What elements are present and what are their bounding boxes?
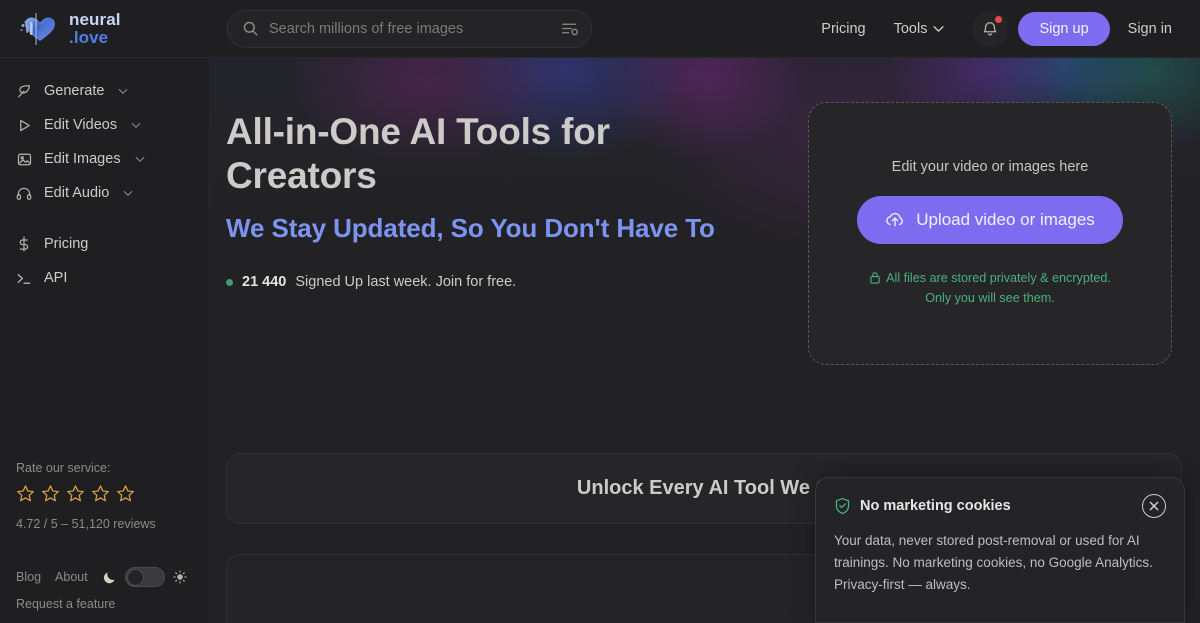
top-bar: neural .love Pricing T: [0, 0, 1200, 58]
brand-line2: .love: [69, 27, 109, 47]
signin-link[interactable]: Sign in: [1110, 13, 1184, 45]
star-icon[interactable]: [41, 484, 60, 508]
cookie-notice-title: No marketing cookies: [860, 498, 1011, 514]
upload-button[interactable]: Upload video or images: [857, 195, 1123, 244]
chevron-down-icon: [135, 156, 145, 162]
cloud-upload-icon: [885, 211, 905, 228]
moon-icon: [102, 570, 117, 585]
upload-privacy-note: All files are stored privately & encrypt…: [869, 269, 1111, 308]
sun-icon: [173, 570, 187, 584]
cookie-notice-toast: No marketing cookies Your data, never st…: [815, 477, 1185, 623]
sidebar-footer-links: Blog About: [16, 567, 193, 587]
green-status-dot: [226, 278, 233, 286]
nav-pricing[interactable]: Pricing: [807, 13, 879, 45]
cookie-notice-header: No marketing cookies: [834, 494, 1166, 518]
shield-check-icon: [834, 497, 851, 515]
chevron-down-icon: [123, 190, 133, 196]
notification-bell-icon: [982, 20, 998, 37]
sidebar-footer: Rate our service: 4.72 / 5 – 51,120 revi…: [0, 461, 209, 623]
terminal-prompt-icon: [16, 270, 32, 286]
brand-line1: neural: [69, 10, 121, 30]
sidebar-item-edit-images-label: Edit Images: [44, 151, 121, 167]
sidebar: Generate Edit Videos Edit Images Edit Au…: [0, 58, 210, 623]
sidebar-item-api-label: API: [44, 270, 68, 286]
sidebar-item-generate-label: Generate: [44, 83, 105, 99]
upload-button-label: Upload video or images: [916, 209, 1095, 229]
top-nav-right: Pricing Tools Sign up Sign in: [807, 10, 1200, 47]
sidebar-item-edit-videos[interactable]: Edit Videos: [0, 108, 209, 142]
sidebar-item-edit-audio[interactable]: Edit Audio: [0, 176, 209, 210]
chevron-down-icon: [118, 88, 128, 94]
footer-link-blog[interactable]: Blog: [16, 570, 41, 584]
rating-stars[interactable]: [16, 484, 193, 508]
filter-settings-icon[interactable]: [560, 20, 579, 37]
upload-card-title: Edit your video or images here: [891, 158, 1089, 175]
dollar-sign-icon: [16, 236, 32, 252]
signup-count-value: 21 440: [242, 274, 287, 291]
brand-wordmark: neural .love: [69, 11, 121, 46]
image-icon: [16, 151, 32, 167]
chevron-down-icon: [933, 25, 944, 32]
search-icon: [242, 20, 259, 37]
sidebar-item-edit-videos-label: Edit Videos: [44, 117, 118, 133]
sidebar-item-edit-images[interactable]: Edit Images: [0, 142, 209, 176]
star-icon[interactable]: [66, 484, 85, 508]
rating-summary: 4.72 / 5 – 51,120 reviews: [16, 517, 156, 531]
nav-tools[interactable]: Tools: [880, 13, 959, 45]
rate-service-label: Rate our service:: [16, 461, 111, 475]
heart-logo-icon: [16, 11, 60, 47]
unlock-tools-banner-text: Unlock Every AI Tool We O: [576, 477, 832, 499]
app-root: neural .love Pricing T: [0, 0, 1200, 623]
sidebar-item-pricing[interactable]: Pricing: [0, 227, 209, 261]
signup-button[interactable]: Sign up: [1018, 11, 1110, 46]
notification-bell-button[interactable]: [972, 10, 1009, 47]
page-title: All-in-One AI Tools for Creators: [226, 111, 610, 196]
nav-pricing-label: Pricing: [821, 20, 866, 37]
footer-link-about[interactable]: About: [55, 570, 88, 584]
nav-tools-label: Tools: [893, 20, 928, 37]
upload-note-line1: All files are stored privately & encrypt…: [886, 270, 1111, 285]
feather-pen-icon: [16, 83, 32, 99]
close-circle-icon[interactable]: [1142, 494, 1166, 518]
theme-toggle-knob[interactable]: [126, 569, 144, 586]
sidebar-divider-gap: [0, 210, 209, 227]
star-icon[interactable]: [116, 484, 135, 508]
signup-count-note: 21 440 Signed Up last week. Join for fre…: [226, 274, 816, 290]
chevron-down-icon: [131, 122, 141, 128]
sidebar-item-api[interactable]: API: [0, 261, 209, 295]
theme-toggle[interactable]: [102, 567, 187, 587]
request-feature-link[interactable]: Request a feature: [16, 597, 193, 611]
brand-logo[interactable]: neural .love: [0, 11, 210, 47]
page-subtitle: We Stay Updated, So You Don't Have To: [226, 213, 715, 244]
search-bar[interactable]: [227, 9, 592, 48]
notification-badge-dot: [995, 15, 1003, 23]
upload-dropzone-card[interactable]: Edit your video or images here Upload vi…: [808, 102, 1172, 365]
play-triangle-icon: [16, 117, 32, 133]
hero-text-column: All-in-One AI Tools for Creators We Stay…: [226, 110, 816, 290]
sidebar-item-pricing-label: Pricing: [44, 236, 89, 252]
headphones-icon: [16, 185, 32, 201]
star-icon[interactable]: [91, 484, 110, 508]
theme-toggle-switch[interactable]: [124, 567, 165, 587]
upload-note-line2: Only you will see them.: [925, 290, 1055, 305]
sidebar-item-generate[interactable]: Generate: [0, 74, 209, 108]
signup-count-text: Signed Up last week. Join for free.: [295, 274, 517, 291]
cookie-notice-body: Your data, never stored post-removal or …: [834, 533, 1153, 592]
search-input[interactable]: [269, 20, 550, 37]
lock-icon: [869, 271, 881, 284]
sidebar-item-edit-audio-label: Edit Audio: [44, 185, 110, 201]
star-icon[interactable]: [16, 484, 35, 508]
